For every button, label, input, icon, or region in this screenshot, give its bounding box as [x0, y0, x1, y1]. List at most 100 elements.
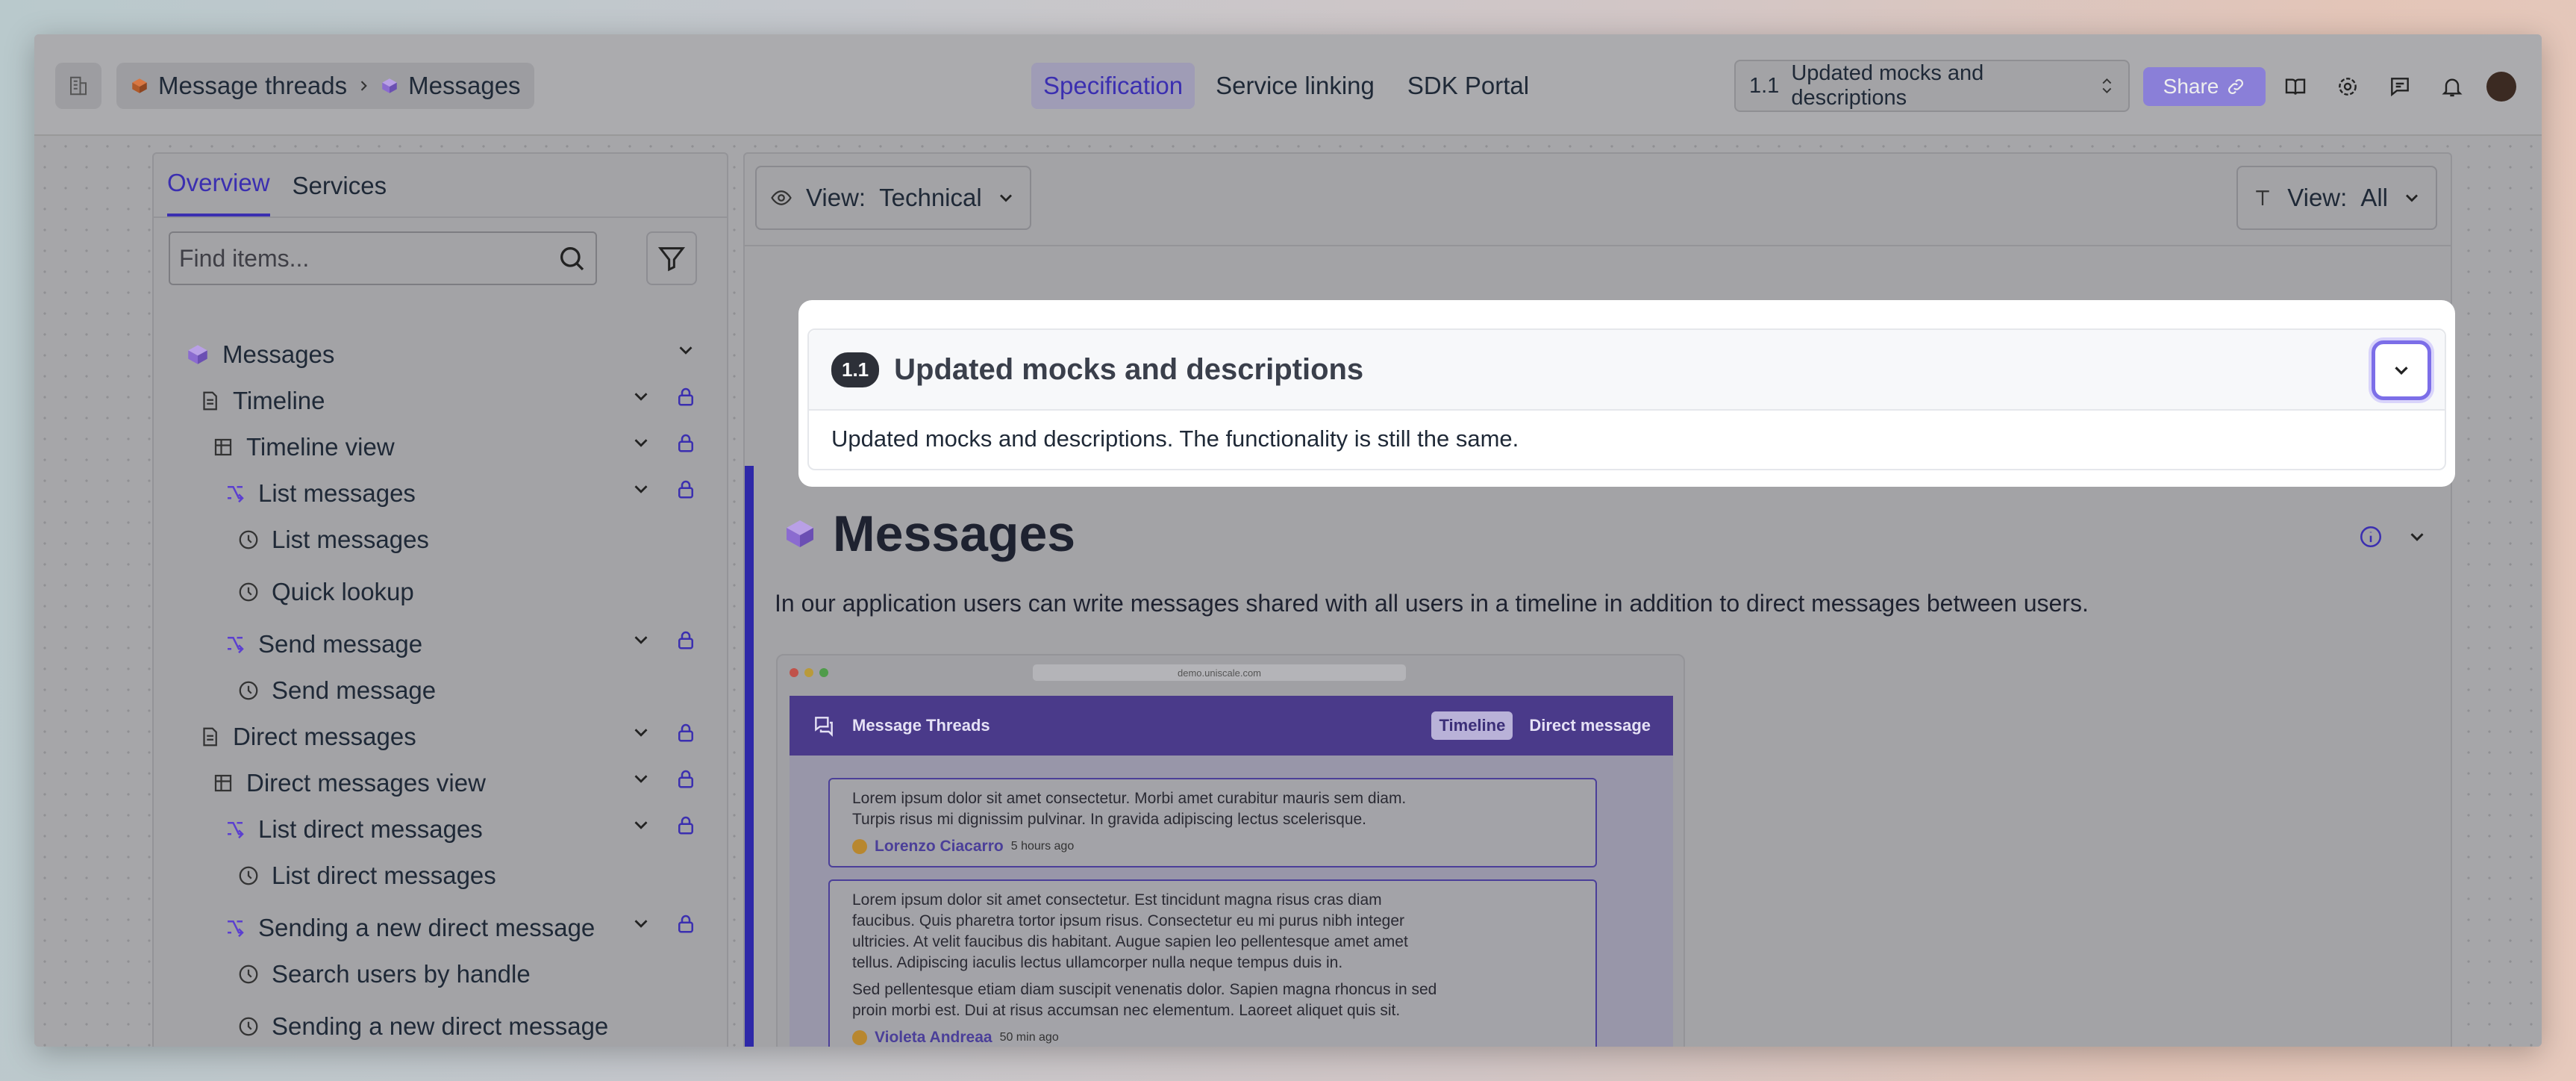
tree-item[interactable]: Messages	[185, 340, 334, 369]
document-icon	[198, 390, 221, 412]
tree-item-label: List messages	[272, 526, 429, 553]
tree-item[interactable]: Quick lookup	[237, 578, 414, 606]
msg-line: tellus. Adipiscing iaculis lectus ullamc…	[852, 954, 1343, 971]
version-description: Updated mocks and descriptions. The func…	[831, 426, 1519, 452]
main-nav: Specification Service linking SDK Portal	[1031, 63, 1541, 109]
clock-icon	[237, 1015, 260, 1038]
page-title: Messages	[782, 505, 1075, 563]
lock-icon[interactable]	[675, 629, 697, 655]
tab-sdk-portal[interactable]: SDK Portal	[1395, 63, 1541, 109]
tree-item[interactable]: Search users by handle	[237, 960, 531, 988]
lock-icon[interactable]	[675, 767, 697, 794]
main-toolbar: View: Technical View: All	[745, 154, 2451, 246]
tree-item-label: Timeline	[233, 387, 325, 414]
collapse-button[interactable]	[2372, 340, 2431, 400]
version-popover: 1.1 Updated mocks and descriptions Updat…	[798, 300, 2455, 487]
lock-icon[interactable]	[675, 432, 697, 458]
chevron-down-icon[interactable]	[630, 767, 652, 794]
tree-item-label: List direct messages	[258, 815, 483, 843]
breadcrumb-item-current[interactable]: Messages	[408, 72, 520, 100]
info-icon[interactable]	[2358, 524, 2383, 549]
tree-item[interactable]: Sending a new direct message	[224, 914, 595, 942]
text-view-select[interactable]: View: All	[2236, 166, 2437, 230]
gear-icon[interactable]	[2330, 67, 2366, 106]
clock-icon	[237, 581, 260, 603]
flow-icon	[224, 633, 246, 655]
tree-item-controls	[630, 385, 697, 411]
workspace-button[interactable]	[55, 63, 101, 109]
chat-icon	[815, 717, 833, 737]
tree-item[interactable]: List direct messages	[237, 862, 496, 890]
url-bar: demo.uniscale.com	[1033, 664, 1406, 681]
chevron-down-icon	[2395, 367, 2408, 376]
tab-services[interactable]: Services	[293, 172, 387, 216]
tree-item[interactable]: List messages	[224, 479, 416, 508]
main-panel: View: Technical View: All Messages In ou…	[743, 152, 2452, 1047]
chevron-down-icon[interactable]	[675, 339, 697, 365]
msg-author: Lorenzo Ciacarro 5 hours ago	[852, 836, 1573, 857]
msg-time: 5 hours ago	[1010, 840, 1075, 853]
cube-icon	[787, 520, 813, 547]
sidebar: Overview Services Find items... Messages…	[152, 152, 728, 1047]
text-icon	[2256, 190, 2269, 205]
tab-specification[interactable]: Specification	[1031, 63, 1195, 109]
tree-item[interactable]: Timeline view	[212, 433, 395, 461]
version-title: Updated mocks and descriptions	[894, 352, 1364, 386]
view-select[interactable]: View: Technical	[755, 166, 1031, 230]
lock-icon[interactable]	[675, 385, 697, 411]
lock-icon[interactable]	[675, 721, 697, 747]
version-select[interactable]: 1.1 Updated mocks and descriptions	[1734, 60, 2130, 112]
share-button[interactable]: Share	[2143, 67, 2266, 106]
mock-tab-direct: Direct message	[1529, 716, 1651, 735]
maximize-dot-icon	[819, 668, 828, 677]
search-icon	[560, 247, 584, 271]
version-badge: 1.1	[831, 352, 880, 387]
breadcrumb-item-workspace[interactable]: Message threads	[158, 72, 347, 100]
lock-icon[interactable]	[675, 478, 697, 504]
tree-item[interactable]: Send message	[224, 630, 422, 658]
chevron-down-icon[interactable]	[630, 629, 652, 655]
lock-icon[interactable]	[675, 814, 697, 840]
search-input[interactable]: Find items...	[169, 231, 597, 285]
tree-item[interactable]: List messages	[237, 526, 429, 554]
tree-item-label: Messages	[222, 340, 335, 368]
chevron-down-icon[interactable]	[630, 912, 652, 938]
tree-item[interactable]: Send message	[237, 676, 436, 705]
tab-service-linking[interactable]: Service linking	[1204, 63, 1387, 109]
view2-label: View:	[2287, 184, 2348, 211]
comment-icon[interactable]	[2382, 67, 2418, 106]
avatar[interactable]	[2486, 72, 2516, 102]
tree-item-label: Quick lookup	[272, 578, 414, 605]
chevron-down-icon[interactable]	[630, 385, 652, 411]
chevron-down-icon[interactable]	[630, 478, 652, 504]
cube-icon	[132, 78, 147, 93]
tree-item-label: Direct messages	[233, 723, 416, 750]
tree-item-label: Timeline view	[246, 433, 395, 461]
view-label: View:	[806, 184, 866, 211]
bell-icon[interactable]	[2434, 67, 2470, 106]
tab-overview[interactable]: Overview	[167, 169, 270, 216]
tree-item[interactable]: Direct messages	[198, 723, 416, 751]
chevron-down-icon[interactable]	[2406, 524, 2428, 549]
chevron-down-icon	[2406, 194, 2418, 202]
lock-icon[interactable]	[675, 912, 697, 938]
chevron-right-icon	[360, 81, 367, 91]
chevron-down-icon[interactable]	[630, 721, 652, 747]
chevron-down-icon[interactable]	[630, 814, 652, 840]
tree-item[interactable]: Direct messages view	[212, 769, 486, 797]
book-icon[interactable]	[2278, 67, 2313, 106]
mock-app-title: Message Threads	[852, 716, 990, 735]
tree-item[interactable]: List direct messages	[224, 815, 483, 844]
filter-button[interactable]	[646, 231, 697, 285]
chevron-down-icon[interactable]	[630, 432, 652, 458]
msg-line: Lorem ipsum dolor sit amet consectetur. …	[852, 790, 1407, 807]
share-label: Share	[2163, 75, 2219, 98]
sidebar-tabs: Overview Services	[154, 154, 727, 218]
tree-item[interactable]: Sending a new direct message	[237, 1012, 608, 1041]
mock-app-header: Message Threads Timeline Direct message	[790, 696, 1673, 756]
app-window: Message threads Messages Specification S…	[34, 34, 2542, 1047]
clock-icon	[237, 963, 260, 985]
tree-item-label: Direct messages view	[246, 769, 486, 797]
msg-time: 50 min ago	[999, 1031, 1059, 1044]
tree-item[interactable]: Timeline	[198, 387, 325, 415]
